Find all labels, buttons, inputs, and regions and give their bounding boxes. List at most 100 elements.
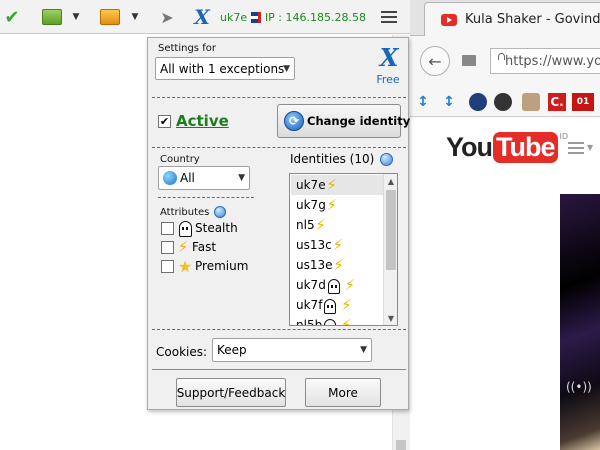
page-info-icon[interactable] bbox=[462, 55, 476, 66]
list-item[interactable]: us13c ⚡ bbox=[291, 235, 383, 255]
help-icon[interactable] bbox=[380, 152, 394, 166]
proxy-extension-icon[interactable]: X bbox=[192, 5, 212, 29]
cookies-value: Keep bbox=[217, 343, 247, 357]
bolt-icon: ⚡ bbox=[344, 276, 356, 294]
address-bar[interactable]: https://www.youtube.com bbox=[490, 48, 600, 74]
attribute-stealth[interactable]: Stealth bbox=[161, 219, 238, 237]
chevron-down-icon: ▼ bbox=[360, 345, 367, 355]
c-bookmark-icon[interactable]: C. bbox=[548, 93, 566, 111]
green-bookmark-icon[interactable] bbox=[40, 6, 64, 28]
change-identity-label: Change identity bbox=[307, 114, 411, 128]
tab-strip: Kula Shaker - Govinda bbox=[410, 0, 600, 36]
chevron-down-icon: ▼ bbox=[238, 173, 245, 183]
list-item[interactable]: us13e ⚡ bbox=[291, 255, 383, 275]
identity-name: nl5b bbox=[296, 318, 323, 326]
logo-tube: Tube bbox=[493, 132, 558, 163]
chevron-down-icon: ▼ bbox=[283, 63, 290, 74]
attribute-premium[interactable]: ★ Premium bbox=[161, 257, 249, 276]
list-item[interactable]: nl5b ⚡ bbox=[291, 315, 383, 326]
scroll-down-icon[interactable]: ▼ bbox=[384, 311, 397, 325]
guide-menu-icon[interactable] bbox=[568, 142, 584, 154]
identities-list[interactable]: uk7e ⚡ uk7g ⚡ nl5 ⚡ us13c ⚡ us13e ⚡ uk7d bbox=[289, 173, 398, 326]
premium-checkbox[interactable] bbox=[161, 259, 174, 273]
divider bbox=[158, 197, 254, 198]
divider bbox=[152, 369, 406, 370]
identities-label: Identities (10) bbox=[290, 152, 394, 166]
change-identity-button[interactable]: ⟳ Change identity bbox=[277, 104, 410, 138]
active-checkbox[interactable]: ✔ bbox=[158, 115, 171, 128]
ghost-icon bbox=[322, 316, 338, 325]
extension-toolbar: ✔ ▼ ▼ ➤ X uk7e IP : 146.185.28.58 bbox=[0, 0, 410, 34]
list-item[interactable]: uk7g ⚡ bbox=[291, 195, 383, 215]
page-scrollbar-thumb[interactable] bbox=[396, 440, 406, 450]
active-label[interactable]: Active bbox=[176, 112, 229, 130]
bolt-icon: ⚡ bbox=[341, 296, 352, 314]
back-button[interactable]: ← bbox=[420, 46, 450, 76]
tv-bookmark-icon[interactable]: 01 bbox=[572, 93, 594, 111]
tab-title: Kula Shaker - Govinda bbox=[465, 12, 600, 27]
logo-id: ID bbox=[559, 132, 569, 141]
identity-name: uk7e bbox=[296, 178, 326, 192]
chevron-down-icon[interactable]: ▼ bbox=[587, 143, 593, 152]
ghost-icon bbox=[322, 296, 338, 314]
settings-for-value: All with 1 exceptions bbox=[160, 61, 285, 76]
settings-for-label: Settings for bbox=[158, 43, 216, 54]
bolt-icon: ⚡ bbox=[340, 316, 352, 326]
list-item[interactable]: uk7f ⚡ bbox=[291, 295, 383, 315]
more-button[interactable]: More bbox=[305, 378, 381, 407]
attributes-label-text: Attributes bbox=[160, 206, 210, 218]
identity-name: uk7f bbox=[296, 298, 323, 312]
cookies-label: Cookies: bbox=[156, 345, 208, 359]
identity-name: us13e bbox=[296, 258, 333, 272]
youtube-logo[interactable]: You Tube ID bbox=[446, 132, 568, 163]
paper-plane-icon[interactable]: ➤ bbox=[156, 6, 178, 28]
fast-checkbox[interactable] bbox=[161, 240, 174, 254]
orange-bookmark-icon[interactable] bbox=[98, 6, 122, 28]
proxy-popup: Settings for All with 1 exceptions ▼ X F… bbox=[147, 37, 410, 410]
bolt-icon: ⚡ bbox=[332, 236, 343, 254]
logo-you: You bbox=[446, 132, 493, 162]
identity-status[interactable]: uk7e IP : 146.185.28.58 bbox=[220, 6, 366, 28]
arrow-bookmark-icon[interactable]: ↕ bbox=[416, 93, 430, 111]
page-background bbox=[0, 35, 148, 450]
list-item[interactable]: uk7d ⚡ bbox=[291, 275, 383, 295]
list-item[interactable]: uk7e ⚡ bbox=[291, 175, 383, 195]
help-icon[interactable] bbox=[214, 206, 227, 218]
bolt-icon: ⚡ bbox=[177, 238, 189, 256]
screen: ✔ ▼ ▼ ➤ X uk7e IP : 146.185.28.58 Kula S… bbox=[0, 0, 600, 450]
menu-icon[interactable] bbox=[378, 6, 400, 28]
country-select[interactable]: All ▼ bbox=[158, 166, 250, 190]
globe-icon bbox=[163, 171, 177, 185]
video-player[interactable] bbox=[560, 194, 600, 450]
identity-name: uk7e bbox=[220, 10, 248, 24]
list-item[interactable]: nl5 ⚡ bbox=[291, 215, 383, 235]
identity-name: uk7d bbox=[296, 278, 326, 292]
bookmarks-bar: ↕ ↕ C. 01 bbox=[410, 87, 600, 117]
broadcast-icon[interactable]: ((•)) bbox=[566, 380, 592, 394]
scrollbar-thumb[interactable] bbox=[386, 190, 396, 270]
divider bbox=[152, 329, 406, 330]
identity-name: us13c bbox=[296, 238, 332, 252]
drop-bookmark-icon[interactable] bbox=[494, 93, 512, 111]
checkmark-icon[interactable]: ✔ bbox=[3, 6, 21, 28]
tab-youtube[interactable]: Kula Shaker - Govinda bbox=[424, 2, 600, 36]
refresh-icon: ⟳ bbox=[284, 111, 304, 131]
settings-for-select[interactable]: All with 1 exceptions ▼ bbox=[155, 57, 295, 80]
globe-bookmark-icon[interactable] bbox=[469, 93, 487, 111]
support-feedback-button[interactable]: Support/Feedback bbox=[176, 378, 286, 407]
arrow-bookmark-icon[interactable]: ↕ bbox=[442, 93, 456, 111]
stealth-checkbox[interactable] bbox=[161, 221, 174, 235]
ip-address: IP : 146.185.28.58 bbox=[264, 10, 366, 24]
chevron-down-icon[interactable]: ▼ bbox=[128, 6, 142, 28]
country-value: All bbox=[180, 171, 195, 185]
bolt-icon: ⚡ bbox=[326, 176, 337, 194]
premium-label: Premium bbox=[195, 259, 249, 273]
ghost-icon bbox=[326, 276, 342, 294]
bolt-icon: ⚡ bbox=[326, 196, 338, 214]
image-bookmark-icon[interactable] bbox=[522, 93, 540, 111]
scroll-up-icon[interactable]: ▲ bbox=[384, 174, 397, 188]
cookies-select[interactable]: Keep ▼ bbox=[212, 338, 372, 362]
chevron-down-icon[interactable]: ▼ bbox=[69, 6, 83, 28]
attribute-fast[interactable]: ⚡ Fast bbox=[161, 238, 216, 256]
identities-scrollbar[interactable]: ▲ ▼ bbox=[383, 174, 397, 325]
